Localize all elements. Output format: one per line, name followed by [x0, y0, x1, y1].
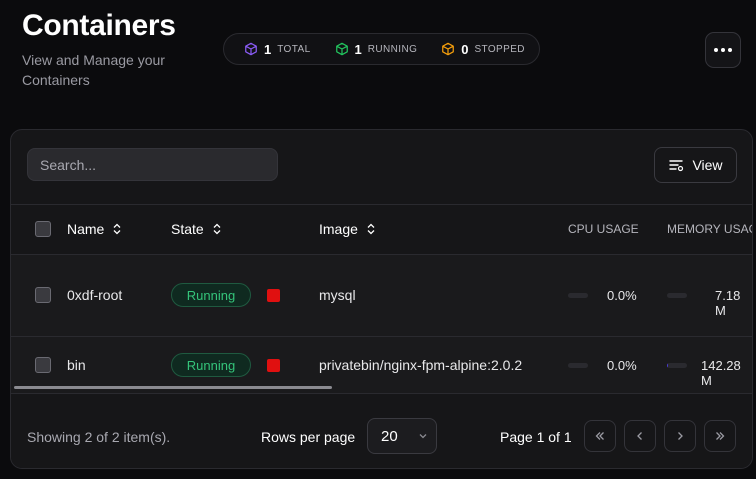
stat-running: 1 RUNNING — [335, 42, 418, 57]
cube-icon — [245, 42, 257, 56]
horizontal-scrollbar[interactable] — [14, 386, 332, 389]
view-options-label: View — [692, 157, 723, 173]
column-header-state[interactable]: State — [171, 221, 222, 237]
container-stats: 1 TOTAL 1 RUNNING 0 STOPPED — [223, 33, 540, 65]
status-badge: Running — [171, 283, 251, 307]
view-options-button[interactable]: View — [654, 147, 737, 183]
cpu-usage-value: 0.0% — [607, 288, 637, 303]
stat-stopped-count: 0 — [461, 41, 469, 57]
stat-running-label: RUNNING — [367, 43, 418, 55]
memory-usage-value: 142.28 M — [701, 358, 741, 388]
stat-total-count: 1 — [264, 41, 272, 57]
cpu-usage-bar — [568, 293, 588, 298]
rows-per-page-label: Rows per page — [261, 429, 356, 445]
previous-page-button[interactable] — [624, 420, 656, 452]
chevron-right-icon — [678, 432, 683, 440]
column-header-image-label: Image — [319, 221, 358, 237]
column-header-cpu: CPU USAGE — [568, 222, 639, 236]
dot-icon — [721, 48, 725, 52]
last-page-button[interactable] — [704, 420, 736, 452]
cpu-usage-value: 0.0% — [607, 358, 637, 373]
container-name: 0xdf-root — [67, 287, 123, 303]
sort-icon — [113, 223, 121, 235]
column-header-state-label: State — [171, 221, 204, 237]
cube-icon — [335, 42, 348, 56]
column-header-image[interactable]: Image — [319, 221, 376, 237]
container-name: bin — [67, 357, 86, 373]
containers-table-card: View Name State Image CPU USAGE MEMORY U… — [10, 129, 753, 469]
search-input[interactable] — [27, 148, 278, 181]
item-count-text: Showing 2 of 2 item(s). — [27, 429, 171, 445]
stat-total-label: TOTAL — [277, 43, 311, 55]
rows-per-page-select[interactable]: 20 — [367, 418, 437, 454]
stat-stopped: 0 STOPPED — [441, 42, 525, 57]
chevron-down-icon — [419, 434, 427, 439]
table-header-row: Name State Image CPU USAGE MEMORY USAGE — [11, 204, 752, 254]
more-options-button[interactable] — [705, 32, 741, 68]
chevron-left-icon — [637, 432, 642, 440]
status-badge: Running — [171, 353, 251, 377]
chevrons-left-icon — [595, 432, 604, 440]
stop-container-button[interactable] — [267, 359, 280, 372]
column-header-name[interactable]: Name — [67, 221, 122, 237]
stop-container-button[interactable] — [267, 289, 280, 302]
memory-usage-bar — [667, 363, 687, 368]
stat-running-count: 1 — [354, 41, 362, 57]
column-header-memory: MEMORY USAGE — [667, 222, 752, 236]
table-row[interactable]: bin Running privatebin/nginx-fpm-alpine:… — [11, 336, 752, 393]
container-image: privatebin/nginx-fpm-alpine:2.0.2 — [319, 357, 523, 373]
page-title: Containers — [22, 9, 176, 42]
containers-table: Name State Image CPU USAGE MEMORY USAGE … — [11, 204, 752, 393]
next-page-button[interactable] — [664, 420, 696, 452]
table-row[interactable]: 0xdf-root Running mysql 0.0% 7.18 M — [11, 254, 752, 336]
page-subtitle: View and Manage your Containers — [22, 52, 165, 88]
chevrons-right-icon — [716, 432, 725, 440]
sort-icon — [367, 223, 375, 235]
stat-stopped-label: STOPPED — [474, 43, 525, 55]
stat-total: 1 TOTAL — [244, 42, 311, 57]
select-all-checkbox[interactable] — [35, 221, 51, 237]
column-header-name-label: Name — [67, 221, 105, 237]
sort-icon — [213, 223, 221, 235]
table-footer: Showing 2 of 2 item(s). Rows per page 20… — [11, 393, 752, 468]
row-checkbox[interactable] — [35, 287, 51, 303]
dot-icon — [714, 48, 718, 52]
sliders-icon — [669, 160, 684, 172]
memory-usage-bar-fill — [667, 363, 669, 368]
memory-usage-bar — [667, 293, 687, 298]
container-image: mysql — [319, 287, 356, 303]
row-checkbox[interactable] — [35, 357, 51, 373]
memory-usage-value: 7.18 M — [715, 288, 741, 318]
rows-per-page-value: 20 — [381, 427, 398, 445]
dot-icon — [728, 48, 732, 52]
first-page-button[interactable] — [584, 420, 616, 452]
page-info: Page 1 of 1 — [500, 429, 572, 445]
cpu-usage-bar — [568, 363, 588, 368]
cube-icon — [442, 42, 455, 56]
